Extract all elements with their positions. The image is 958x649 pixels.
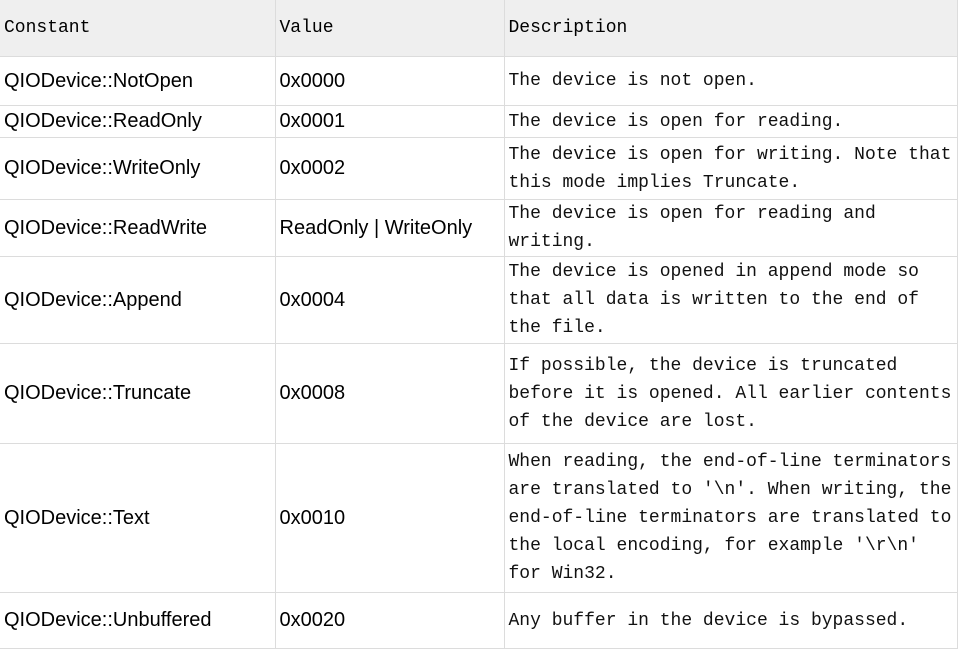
header-constant: Constant — [0, 0, 276, 57]
header-description: Description — [503, 0, 958, 57]
table-row: QIODevice::Unbuffered 0x0020 Any buffer in… — [0, 592, 958, 649]
table-row: QIODevice::Truncate 0x0008 If possible, th… — [0, 343, 958, 444]
table-row: QIODevice::ReadOnly 0x0001 The device is o… — [0, 105, 958, 138]
cell-value: 0x0001 — [274, 105, 505, 138]
cell-constant: QIODevice::ReadOnly — [0, 105, 276, 138]
cell-description: When reading, the end-of-line terminator… — [503, 443, 958, 593]
cell-constant: QIODevice::Truncate — [0, 343, 276, 444]
cell-constant: QIODevice::NotOpen — [0, 56, 276, 106]
table-row: QIODevice::NotOpen 0x0000 The device is no… — [0, 56, 958, 106]
cell-description: Any buffer in the device is bypassed. — [503, 592, 958, 649]
cell-description: The device is opened in append mode so t… — [503, 256, 958, 344]
cell-description: The device is open for reading. — [503, 105, 958, 138]
cell-constant: QIODevice::Text — [0, 443, 276, 593]
cell-constant: QIODevice::ReadWrite — [0, 199, 276, 257]
cell-description: The device is open for reading and writi… — [503, 199, 958, 257]
cell-value: 0x0002 — [274, 137, 505, 200]
header-value: Value — [274, 0, 505, 57]
cell-value: 0x0000 — [274, 56, 505, 106]
cell-value: 0x0020 — [274, 592, 505, 649]
table-row: QIODevice::ReadWrite ReadOnly | WriteOnly… — [0, 199, 958, 257]
cell-constant: QIODevice::Unbuffered — [0, 592, 276, 649]
cell-description: If possible, the device is truncated bef… — [503, 343, 958, 444]
constants-table: Constant Value Description QIODevice::No… — [0, 0, 958, 649]
table-row: QIODevice::WriteOnly 0x0002 The device is … — [0, 137, 958, 200]
cell-description: The device is not open. — [503, 56, 958, 106]
cell-value: 0x0004 — [274, 256, 505, 344]
cell-value: 0x0010 — [274, 443, 505, 593]
cell-description: The device is open for writing. Note tha… — [503, 137, 958, 200]
table-row: QIODevice::Append 0x0004 The device is ope… — [0, 256, 958, 344]
cell-value: ReadOnly | WriteOnly — [274, 199, 505, 257]
cell-constant: QIODevice::WriteOnly — [0, 137, 276, 200]
table-row: QIODevice::Text 0x0010 When reading, the e… — [0, 443, 958, 593]
header-row: Constant Value Description — [0, 0, 958, 57]
cell-constant: QIODevice::Append — [0, 256, 276, 344]
cell-value: 0x0008 — [274, 343, 505, 444]
